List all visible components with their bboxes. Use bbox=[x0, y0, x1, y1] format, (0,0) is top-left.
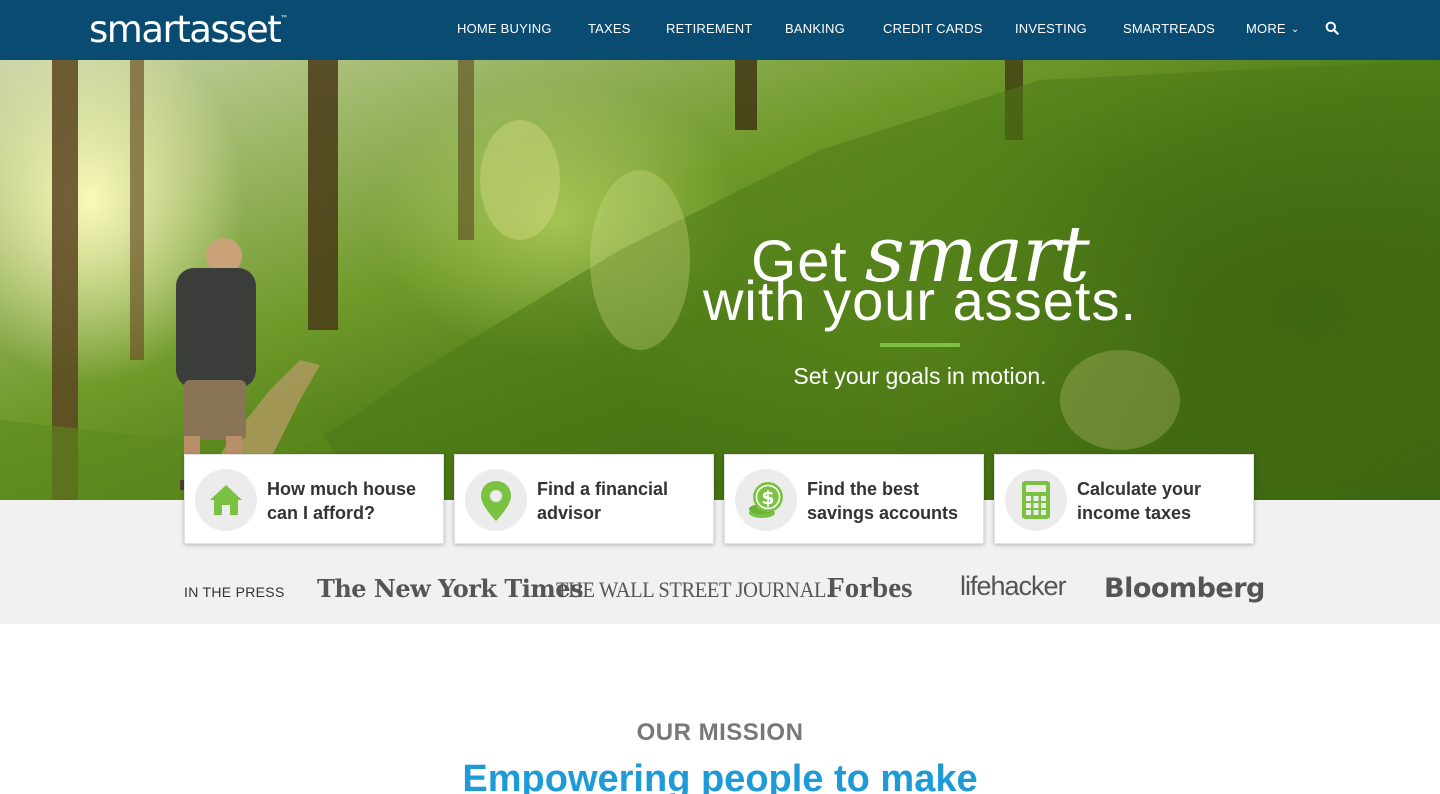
nav-banking[interactable]: BANKING bbox=[785, 21, 845, 36]
svg-text:$: $ bbox=[761, 487, 774, 509]
card-label: Find the best savings accounts bbox=[807, 479, 959, 523]
nav-taxes[interactable]: TAXES bbox=[588, 21, 631, 36]
smartasset-logo[interactable]: smartasset™ bbox=[89, 8, 288, 51]
search-icon bbox=[1325, 21, 1339, 35]
card-financial-advisor[interactable]: Find a financial advisor bbox=[454, 454, 714, 544]
logo-text: smartasset bbox=[89, 8, 282, 51]
house-icon bbox=[210, 485, 242, 515]
hero-headline-line2: with your assets. bbox=[702, 269, 1138, 332]
calculator-icon bbox=[1022, 481, 1050, 519]
card-icon-circle bbox=[195, 469, 257, 531]
nav-home-buying[interactable]: HOME BUYING bbox=[457, 21, 552, 36]
card-label: Calculate your income taxes bbox=[1077, 479, 1202, 523]
press-label: IN THE PRESS bbox=[184, 584, 285, 600]
nav-more[interactable]: MORE ⌄ bbox=[1246, 21, 1299, 36]
nav-smartreads[interactable]: SMARTREADS bbox=[1123, 21, 1215, 36]
coins-icon: $ bbox=[749, 482, 783, 518]
mission-title: Empowering people to make bbox=[462, 758, 978, 794]
forbes-logo: Forbes bbox=[827, 572, 913, 604]
nyt-logo: The New York Times bbox=[317, 574, 584, 603]
wsj-logo: THE WALL STREET JOURNAL. bbox=[556, 577, 831, 602]
card-label: How much house can I afford? bbox=[267, 479, 417, 523]
nav-investing[interactable]: INVESTING bbox=[1015, 21, 1087, 36]
card-savings-accounts[interactable]: $ Find the best savings accounts bbox=[724, 454, 984, 544]
card-house-afford[interactable]: How much house can I afford? bbox=[184, 454, 444, 544]
site-header: smartasset™ HOME BUYING TAXES RETIREMENT… bbox=[0, 0, 1440, 60]
chevron-down-icon: ⌄ bbox=[1290, 24, 1300, 35]
nav-credit-cards[interactable]: CREDIT CARDS bbox=[883, 21, 983, 36]
card-label: Find a financial advisor bbox=[537, 479, 669, 523]
bloomberg-logo: Bloomberg bbox=[1104, 573, 1265, 604]
search-button[interactable] bbox=[1325, 21, 1343, 39]
lifehacker-logo: lifehacker bbox=[960, 571, 1067, 601]
card-icon-circle: $ bbox=[735, 469, 797, 531]
card-icon-circle bbox=[465, 469, 527, 531]
card-income-taxes[interactable]: Calculate your income taxes bbox=[994, 454, 1254, 544]
hero-tagline: Set your goals in motion. bbox=[793, 363, 1047, 389]
nav-retirement[interactable]: RETIREMENT bbox=[666, 21, 753, 36]
hero-banner: Get smart with your assets. Set your goa… bbox=[0, 60, 1440, 500]
map-pin-icon bbox=[481, 481, 511, 521]
logo-trademark: ™ bbox=[280, 14, 289, 23]
card-icon-circle bbox=[1005, 469, 1067, 531]
mission-label: OUR MISSION bbox=[636, 719, 804, 746]
nav-more-label: MORE bbox=[1246, 21, 1286, 36]
hero-divider bbox=[880, 343, 960, 347]
